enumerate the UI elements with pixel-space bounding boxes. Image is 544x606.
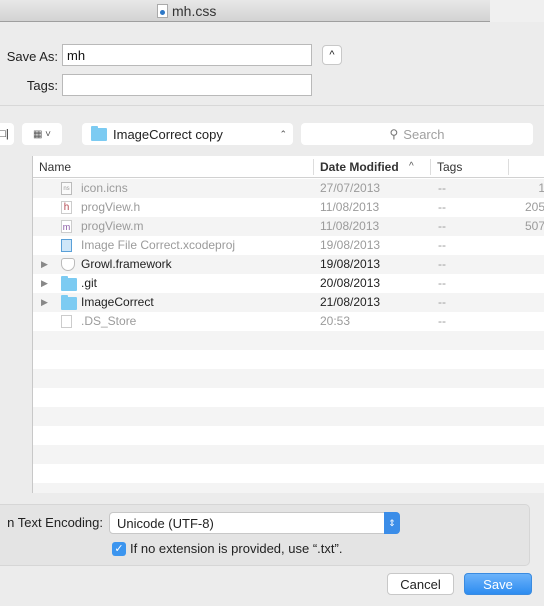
- sort-ascending-icon: ^: [409, 161, 414, 172]
- xcodeproj-icon: [61, 239, 75, 252]
- encoding-label: n Text Encoding:: [7, 515, 103, 530]
- location-name: ImageCorrect copy: [113, 126, 223, 142]
- disclosure-triangle-icon[interactable]: ▶: [41, 255, 48, 274]
- search-icon: ⚲: [389, 127, 399, 141]
- save-as-label: Save As:: [6, 49, 58, 64]
- tags-input[interactable]: [62, 74, 312, 96]
- tags-label: Tags:: [26, 78, 58, 93]
- encoding-value: Unicode (UTF-8): [117, 515, 214, 531]
- file-name: icon.icns: [81, 181, 128, 195]
- window-title: mh.css: [157, 3, 216, 19]
- collapse-button[interactable]: ^: [322, 45, 342, 65]
- save-sheet: Save As: ^ Tags: □| ▦ ˅ ImageCorrect cop…: [0, 22, 544, 606]
- column-header: Name Date Modified ^ Tags: [33, 156, 544, 178]
- file-tags: --: [438, 257, 446, 271]
- file-row[interactable]: Image File Correct.xcodeproj 19/08/2013 --: [33, 236, 544, 255]
- file-tags: --: [438, 276, 446, 290]
- search-placeholder: Search: [403, 126, 445, 142]
- title-bar-edge: [490, 0, 544, 22]
- empty-row: [33, 350, 544, 369]
- file-tags: --: [438, 181, 446, 195]
- grid-arrange-icon: ▦ ˅: [32, 128, 52, 140]
- search-field[interactable]: ⚲ Search: [301, 123, 533, 145]
- save-button[interactable]: Save: [464, 573, 532, 595]
- file-row[interactable]: .DS_Store 20:53 --: [33, 312, 544, 331]
- blank-file-icon: [61, 315, 75, 328]
- empty-row: [33, 445, 544, 464]
- divider: [0, 105, 544, 106]
- objc-file-icon: m: [61, 220, 72, 233]
- icns-file-icon: ns: [61, 182, 75, 195]
- view-mode-button[interactable]: □|: [0, 123, 14, 145]
- cancel-button[interactable]: Cancel: [387, 573, 454, 595]
- file-tags: --: [438, 219, 446, 233]
- empty-row: [33, 483, 544, 493]
- file-date: 19/08/2013: [320, 257, 381, 271]
- file-row[interactable]: m progView.m 11/08/2013 -- 507: [33, 217, 544, 236]
- file-name: .DS_Store: [81, 314, 137, 328]
- column-divider: [508, 159, 509, 175]
- file-size: 507: [524, 219, 544, 233]
- arrange-button[interactable]: ▦ ˅: [22, 123, 62, 145]
- file-row[interactable]: ▶ ImageCorrect 21/08/2013 --: [33, 293, 544, 312]
- column-date-modified[interactable]: Date Modified: [314, 156, 399, 178]
- file-tags: --: [438, 200, 446, 214]
- disclosure-triangle-icon[interactable]: ▶: [41, 293, 48, 312]
- options-panel: n Text Encoding: Unicode (UTF-8) ⇕ ✓ If …: [0, 504, 530, 566]
- column-tags[interactable]: Tags: [431, 156, 462, 178]
- column-name[interactable]: Name: [33, 156, 71, 178]
- file-tags: --: [438, 314, 446, 328]
- file-name: progView.h: [81, 200, 141, 214]
- empty-row: [33, 464, 544, 483]
- disclosure-triangle-icon[interactable]: ▶: [41, 274, 48, 293]
- file-row[interactable]: h progView.h 11/08/2013 -- 205: [33, 198, 544, 217]
- file-size: 205: [524, 200, 544, 214]
- file-size: 1: [538, 179, 544, 198]
- file-list[interactable]: Name Date Modified ^ Tags ns icon.icns 27/…: [32, 156, 544, 493]
- file-tags: --: [438, 238, 446, 252]
- file-tags: --: [438, 295, 446, 309]
- encoding-popup[interactable]: Unicode (UTF-8) ⇕: [109, 512, 400, 534]
- file-name: .git: [81, 276, 98, 290]
- folder-icon: [91, 125, 107, 141]
- save-as-input[interactable]: [62, 44, 312, 66]
- folder-icon: [61, 276, 77, 291]
- file-name: Image File Correct.xcodeproj: [81, 238, 236, 252]
- empty-row: [33, 331, 544, 350]
- updown-chevron-icon: ⇕: [384, 512, 400, 534]
- location-popup[interactable]: ImageCorrect copy ⌃: [82, 123, 293, 145]
- updown-chevron-icon: ⌃: [279, 128, 287, 139]
- file-row[interactable]: ▶ .git 20/08/2013 --: [33, 274, 544, 293]
- file-name: ImageCorrect: [81, 295, 154, 309]
- file-date: 11/08/2013: [320, 219, 380, 233]
- title-bar: mh.css: [0, 0, 490, 22]
- file-date: 27/07/2013: [320, 181, 381, 195]
- file-name: Growl.framework: [81, 257, 172, 271]
- file-date: 21/08/2013: [320, 295, 381, 309]
- framework-icon: [61, 258, 75, 271]
- empty-row: [33, 426, 544, 445]
- window-title-text: mh.css: [172, 3, 217, 19]
- file-date: 20/08/2013: [320, 276, 381, 290]
- file-date: 11/08/2013: [320, 200, 380, 214]
- file-date: 20:53: [320, 314, 351, 328]
- empty-row: [33, 369, 544, 388]
- css-document-icon: [157, 4, 168, 18]
- file-row[interactable]: ▶ Growl.framework 19/08/2013 --: [33, 255, 544, 274]
- file-name: progView.m: [81, 219, 144, 233]
- chevron-up-icon: ^: [329, 49, 335, 61]
- txt-extension-label: If no extension is provided, use “.txt”.: [130, 541, 343, 556]
- txt-extension-checkbox[interactable]: ✓: [112, 542, 126, 556]
- column-view-icon: □|: [0, 128, 9, 140]
- header-file-icon: h: [61, 201, 75, 214]
- empty-row: [33, 388, 544, 407]
- file-row[interactable]: ns icon.icns 27/07/2013 -- 1: [33, 179, 544, 198]
- file-date: 19/08/2013: [320, 238, 381, 252]
- folder-icon: [61, 295, 77, 310]
- empty-row: [33, 407, 544, 426]
